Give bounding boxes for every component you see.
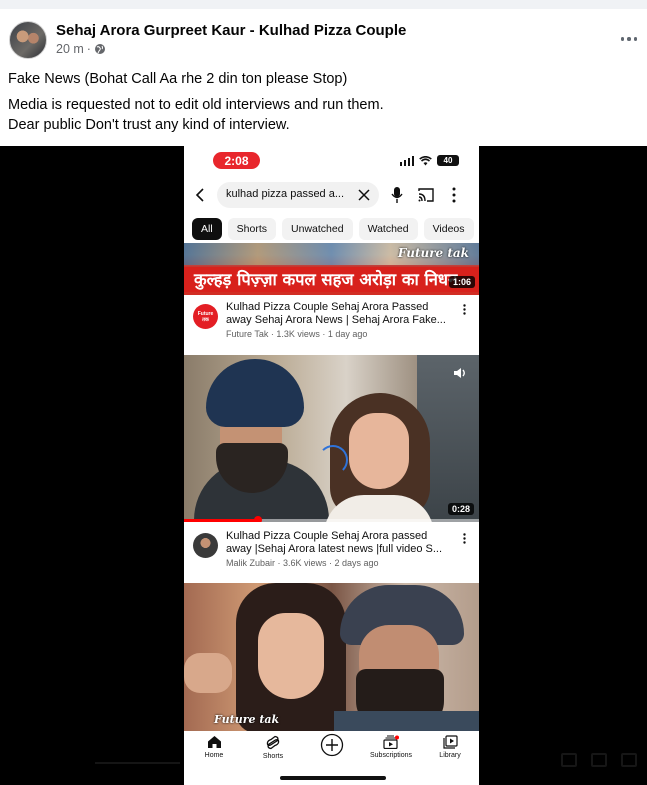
more-icon-dot — [633, 37, 638, 41]
thumbnail-person — [349, 413, 409, 489]
progress-handle[interactable] — [253, 516, 262, 522]
nav-subscriptions[interactable]: Subscriptions — [362, 735, 420, 759]
globe-icon — [94, 44, 105, 54]
video-meta: Malik Zubair · 3.6K views · 2 days ago — [226, 558, 379, 568]
thumbnail-person — [258, 613, 324, 699]
video-player[interactable]: 2:08 40 kulhad pizza passed a... All Sho… — [0, 146, 647, 785]
library-icon — [442, 735, 458, 749]
nav-label: Home — [204, 752, 224, 759]
video-duration: 0:28 — [447, 503, 474, 515]
chip-all[interactable]: All — [192, 218, 222, 240]
chip-watched[interactable]: Watched — [358, 218, 418, 240]
loading-spinner — [318, 445, 348, 475]
wifi-icon — [419, 155, 432, 165]
search-input[interactable]: kulhad pizza passed a... — [217, 182, 379, 208]
chip-videos[interactable]: Videos — [423, 218, 474, 240]
more-icon-dot — [620, 37, 625, 41]
status-icons: 40 — [399, 155, 459, 166]
home-icon — [207, 736, 221, 748]
faint-control-icon — [591, 753, 607, 767]
search-query: kulhad pizza passed a... — [226, 188, 345, 200]
playback-progress[interactable] — [184, 516, 479, 522]
top-strip — [0, 0, 647, 9]
search-row: kulhad pizza passed a... — [184, 180, 479, 210]
chip-shorts[interactable]: Shorts — [227, 218, 277, 240]
clear-icon[interactable] — [357, 188, 371, 202]
faint-player-controls — [561, 753, 637, 767]
author-avatar[interactable] — [9, 21, 47, 59]
thumbnail-brand: Future tak — [214, 713, 280, 726]
video-info[interactable]: Future तक Kulhad Pizza Couple Sehaj Aror… — [184, 298, 479, 350]
video-meta: Future Tak · 1.3K views · 1 day ago — [226, 329, 368, 339]
video-thumbnail[interactable]: Future tak कुल्हड़ पिज़्ज़ा कपल सहज अरोड… — [184, 243, 479, 295]
video-thumbnail[interactable]: Future tak — [184, 583, 479, 731]
mic-icon[interactable] — [390, 186, 404, 204]
post-header: Sehaj Arora Gurpreet Kaur - Kulhad Pizza… — [0, 9, 647, 67]
filter-chips: All Shorts Unwatched Watched Videos F — [192, 218, 479, 240]
post-time[interactable]: 20 m — [56, 42, 84, 56]
channel-avatar[interactable] — [193, 533, 218, 558]
post-line: Fake News (Bohat Call Aa rhe 2 din ton p… — [8, 71, 348, 87]
home-indicator — [280, 776, 386, 780]
nav-library[interactable]: Library — [421, 735, 479, 759]
nav-create[interactable] — [303, 733, 361, 757]
status-bar: 2:08 40 — [184, 146, 479, 178]
kebab-icon[interactable] — [452, 187, 456, 203]
post-text: Fake News (Bohat Call Aa rhe 2 din ton p… — [8, 69, 638, 135]
thumbnail-brand: Future tak — [397, 246, 469, 260]
post-meta: 20 m · — [56, 42, 106, 56]
post-line: Media is requested not to edit old inter… — [8, 97, 384, 113]
video-more-icon[interactable] — [463, 533, 466, 544]
nav-label: Library — [439, 752, 461, 759]
nav-shorts[interactable]: Shorts — [244, 735, 302, 760]
status-clock: 2:08 — [213, 152, 260, 169]
more-icon-dot — [627, 37, 631, 41]
video-title[interactable]: Kulhad Pizza Couple Sehaj Arora passed a… — [226, 530, 451, 556]
post-line: Dear public Don't trust any kind of inte… — [8, 117, 290, 133]
back-icon[interactable] — [192, 186, 210, 204]
video-more-icon[interactable] — [463, 304, 466, 315]
cast-icon[interactable] — [418, 188, 434, 202]
faint-control-icon — [621, 753, 637, 767]
more-options-button[interactable] — [617, 29, 641, 49]
bottom-navigation: Home Shorts Subscriptions Library — [184, 731, 479, 785]
video-info[interactable]: Kulhad Pizza Couple Sehaj Arora passed a… — [184, 527, 479, 579]
author-name[interactable]: Sehaj Arora Gurpreet Kaur - Kulhad Pizza… — [56, 22, 406, 39]
meta-separator: · — [86, 42, 91, 56]
shorts-icon — [266, 735, 280, 750]
thumbnail-person — [184, 653, 232, 693]
progress-fill — [184, 519, 258, 522]
volume-icon[interactable] — [453, 367, 467, 379]
subscriptions-icon — [383, 735, 399, 749]
nav-label: Shorts — [262, 753, 284, 760]
video-duration: 1:06 — [448, 276, 475, 288]
video-thumbnail[interactable]: 0:28 — [184, 355, 479, 522]
channel-avatar[interactable]: Future तक — [193, 304, 218, 329]
channel-badge-text: Future तक — [197, 310, 214, 323]
chip-unwatched[interactable]: Unwatched — [282, 218, 353, 240]
nav-label: Subscriptions — [369, 752, 413, 759]
nav-home[interactable]: Home — [185, 735, 243, 759]
video-title[interactable]: Kulhad Pizza Couple Sehaj Arora Passed a… — [226, 301, 451, 327]
faint-progress-line — [95, 762, 180, 764]
battery-icon: 40 — [437, 155, 459, 166]
thumbnail-person — [334, 711, 479, 731]
thumbnail-headline: कुल्हड़ पिज़्ज़ा कपल सहज अरोड़ा का निधन — [184, 267, 479, 292]
faint-control-icon — [561, 753, 577, 767]
thumbnail-person — [206, 359, 304, 427]
create-icon — [320, 733, 344, 757]
phone-screen: 2:08 40 kulhad pizza passed a... All Sho… — [184, 146, 479, 785]
signal-icon — [399, 155, 414, 166]
